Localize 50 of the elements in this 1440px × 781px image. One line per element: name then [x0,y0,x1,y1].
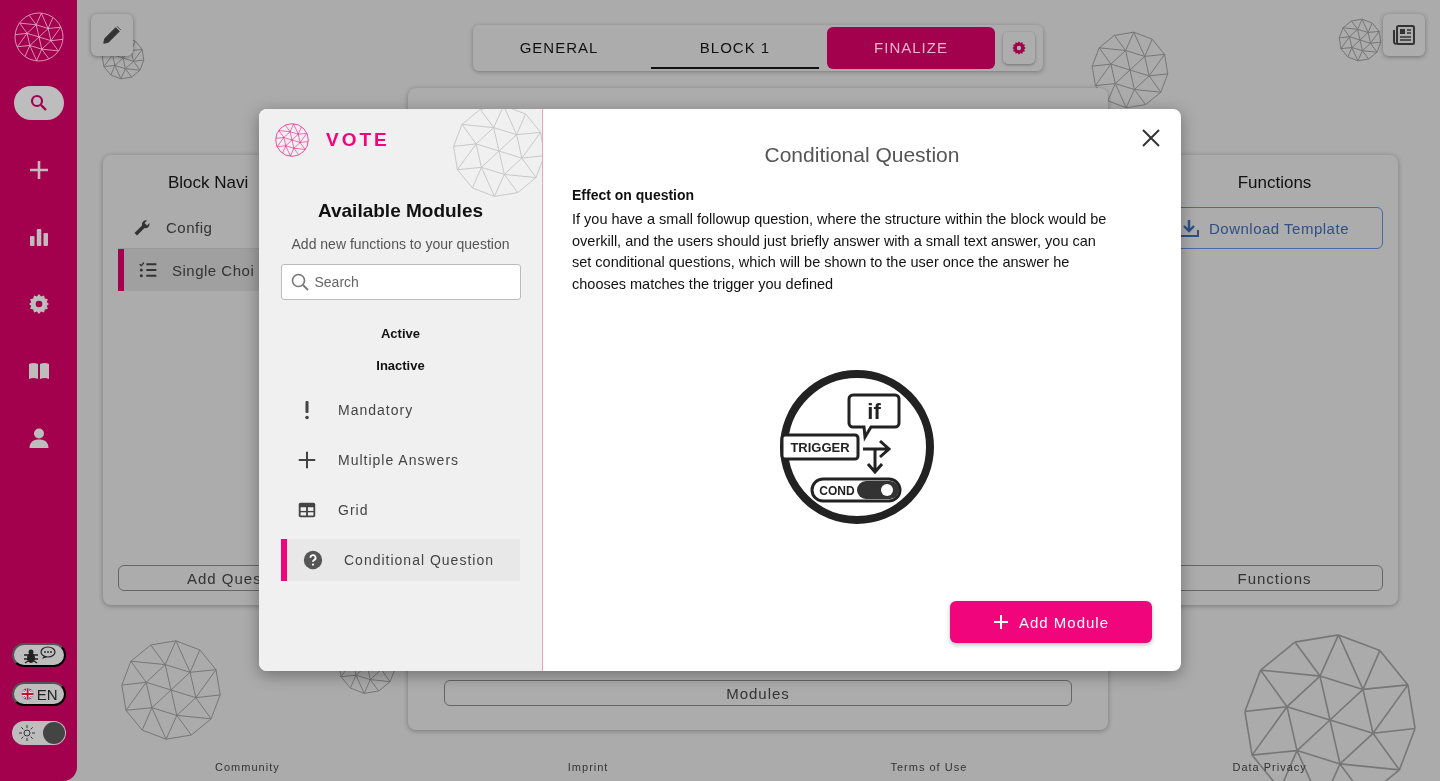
section-heading: Effect on question [572,187,696,203]
theme-toggle[interactable] [11,721,66,745]
brand-name: VOTE [326,129,390,151]
wrench-icon [132,217,152,238]
footer-link[interactable]: Terms of Use [890,761,968,781]
settings-button[interactable] [1003,32,1035,64]
footer-link[interactable]: Data Privacy [1232,761,1307,781]
module-item[interactable]: Mandatory [281,385,520,435]
modules-button[interactable]: Modules [444,680,1072,706]
geodesic-logo-icon [275,123,309,157]
finalize-button[interactable]: FINALIZE [827,27,995,69]
search-icon [290,273,309,291]
add-module-button[interactable]: Add Module [950,601,1152,643]
pencil-icon [101,24,123,46]
edit-button[interactable] [91,14,133,56]
checklist-icon [138,260,158,280]
news-button[interactable] [1383,14,1425,56]
module-item[interactable]: Grid [281,485,520,535]
plus-icon [296,449,318,471]
download-icon [1179,219,1199,237]
section-heading: Active [381,326,420,341]
footer-link[interactable]: Imprint [567,761,609,781]
geodesic-sphere-drawing [1338,18,1382,62]
description-text: If you have a small followup question, where the structure within the block would be overkill, and the users should just briefly answer with a small text answer, you can set conditional questions, which will be shown to the user once the answer he chooses matches the trigger you defined [572,210,1107,294]
question-mark-icon [302,549,324,571]
plus-icon [992,614,1009,630]
illustration-label: if [867,398,881,424]
module-item[interactable]: Conditional Question [281,539,520,581]
language-button[interactable]: EN [11,682,66,706]
settings-icon [1011,40,1027,56]
footer-link[interactable]: Community [215,761,280,781]
newspaper-icon [1393,25,1415,45]
sun-icon [18,725,35,741]
panel-title: Block Navi [167,173,250,193]
illustration-label: COND [819,483,855,498]
dialog-sidebar-title: Available Modules [317,200,484,222]
geodesic-logo-icon [13,12,64,62]
tab[interactable]: BLOCK 1 [651,27,819,69]
search-button[interactable] [13,86,64,120]
bug-report-button[interactable] [11,643,66,667]
dialog-title: Conditional Question [763,143,961,167]
search-field[interactable]: Search [280,264,521,300]
panel-title: Functions [1236,173,1313,193]
exclamation-icon [305,400,309,420]
illustration-label: TRIGGER [790,439,850,455]
close-button[interactable] [1140,127,1162,149]
module-item[interactable]: Multiple Answers [281,435,520,485]
tab[interactable]: GENERAL [475,27,643,69]
section-heading: Inactive [376,358,425,373]
close-icon [1140,127,1162,149]
